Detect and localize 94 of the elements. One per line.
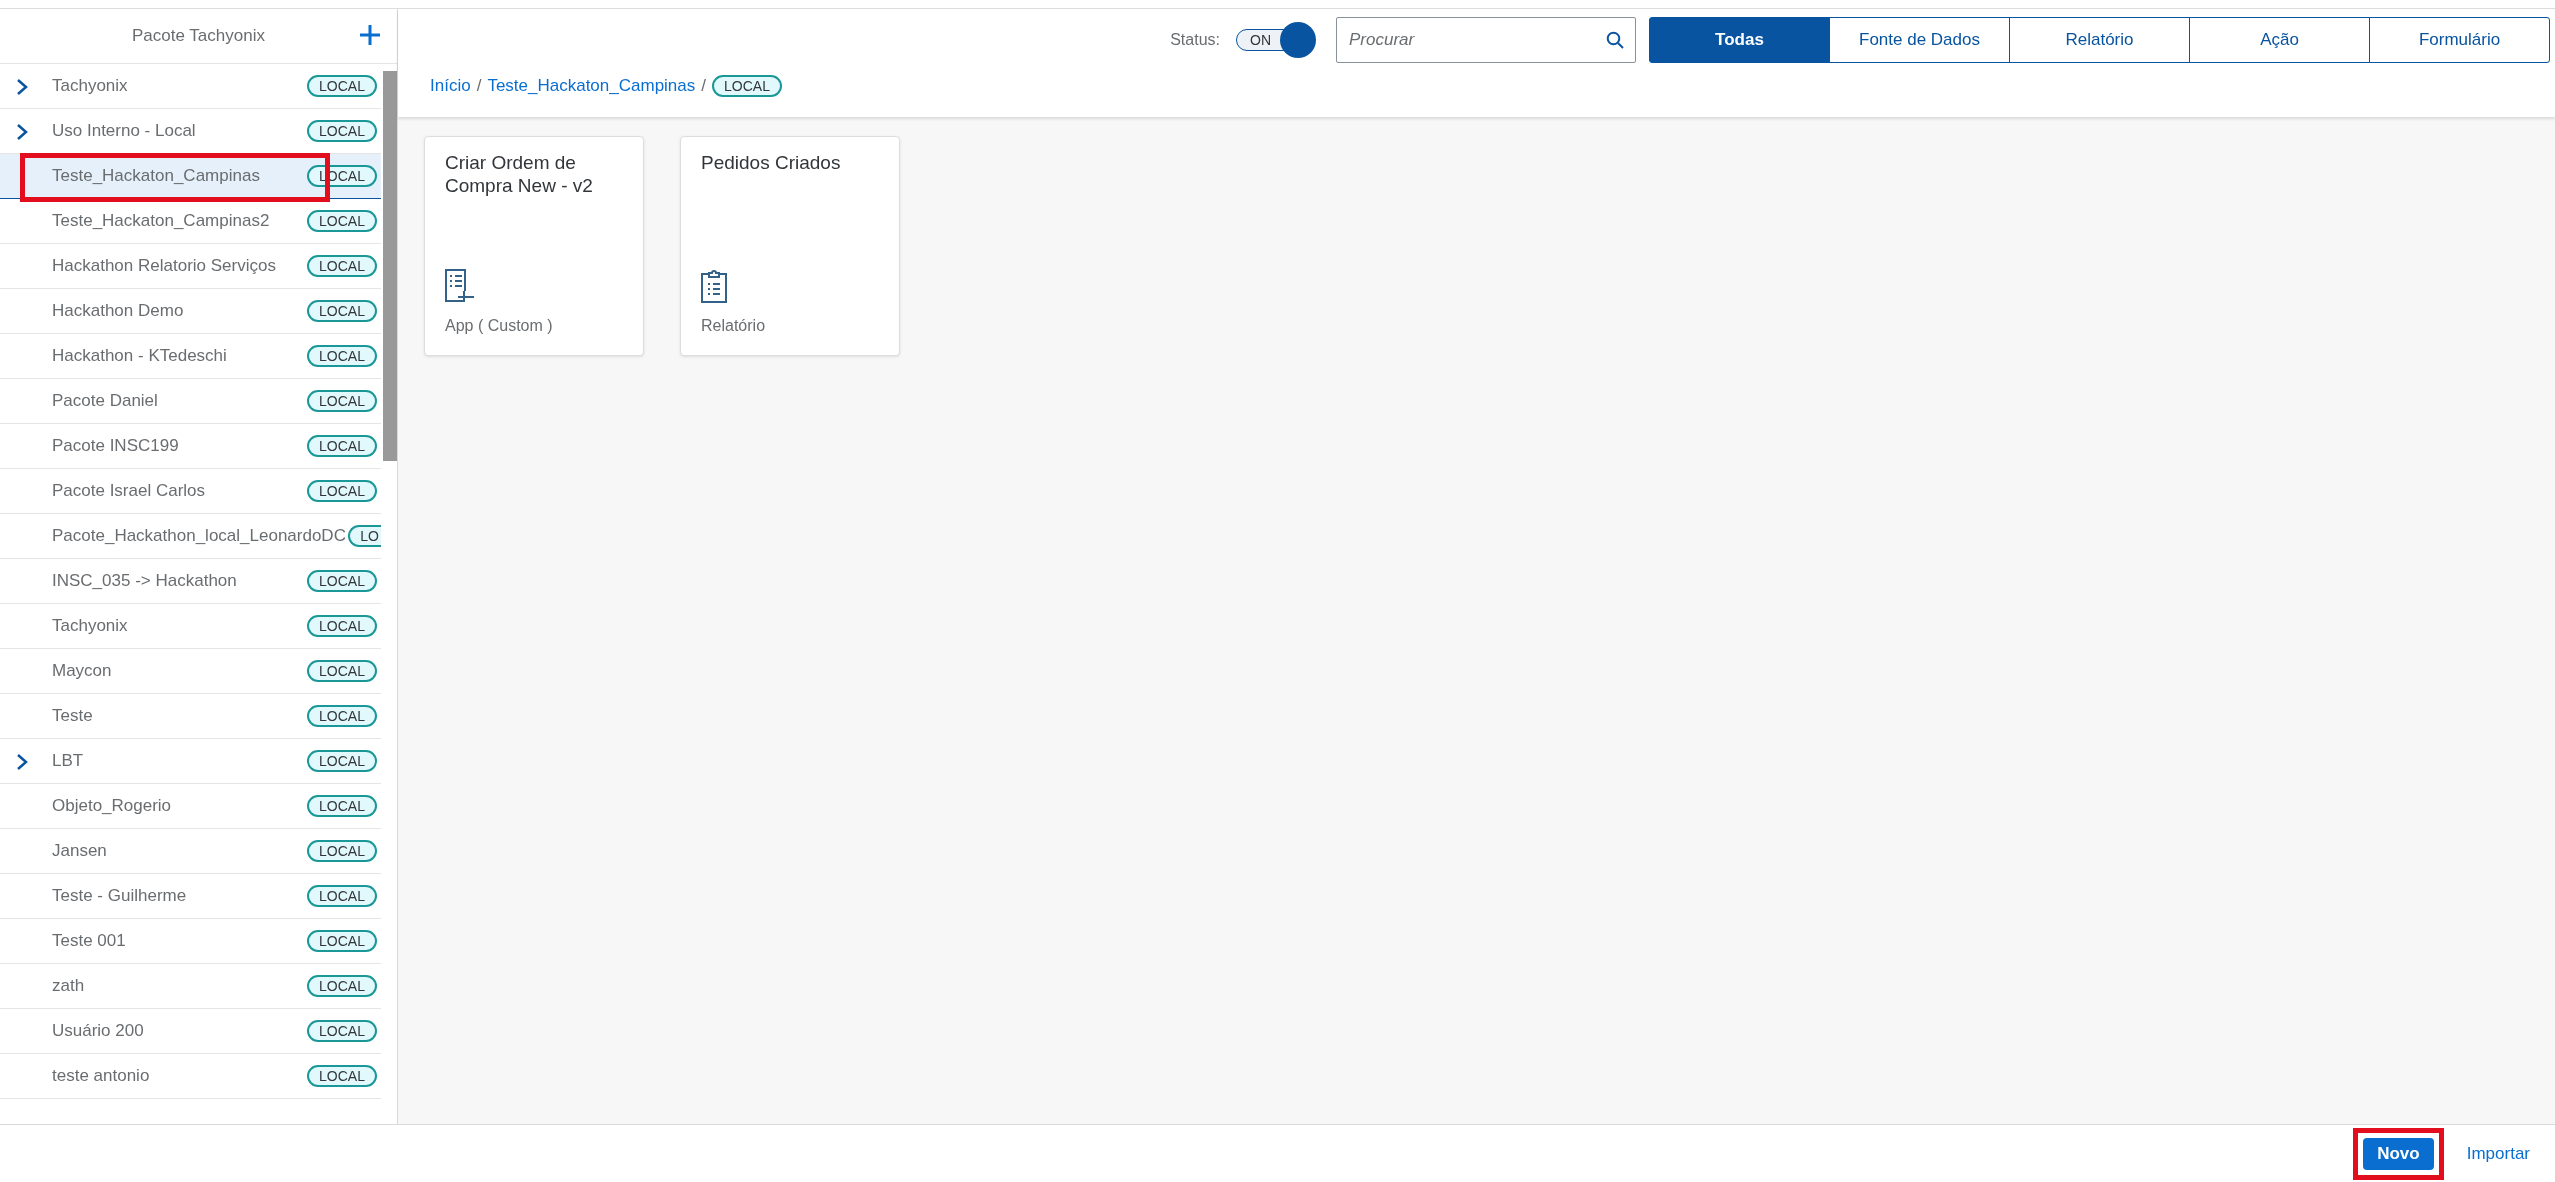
package-item[interactable]: Pacote Israel Carlos LOCAL [0,469,381,514]
local-tag: LOCAL [307,795,377,817]
package-name: Tachyonix [52,76,129,96]
package-item[interactable]: teste antonio LOCAL [0,1054,381,1099]
package-item[interactable]: Jansen LOCAL [0,829,381,874]
filter-tab[interactable]: Ação [2189,17,2370,63]
package-name: Hackathon Demo [52,301,185,321]
local-tag: LOCAL [307,120,377,142]
tile-type: App ( Custom ) [445,317,554,335]
package-item[interactable]: Tachyonix LOCAL [0,604,381,649]
breadcrumb-separator: / [701,76,706,96]
local-tag: LOCAL [307,435,377,457]
package-name: Uso Interno - Local [52,121,197,141]
package-name: Teste [52,706,94,726]
package-item[interactable]: Pacote Daniel LOCAL [0,379,381,424]
package-name: zath [52,976,86,996]
local-tag: LOCAL [307,885,377,907]
filter-tab[interactable]: Todas [1649,17,1830,63]
package-name: Teste - Guilherme [52,886,188,906]
local-tag: LOCAL [307,255,377,277]
panel-title: Pacote Tachyonix [132,26,265,46]
local-tag: LOCAL [307,1065,377,1087]
package-item[interactable]: Hackathon - KTedeschi LOCAL [0,334,381,379]
filter-tab[interactable]: Formulário [2369,17,2550,63]
package-name: INSC_035 -> Hackathon [52,571,238,591]
package-name: Maycon [52,661,113,681]
local-tag: LOCAL [307,930,377,952]
package-name: Hackathon - KTedeschi [52,346,228,366]
local-tag: LOCAL [307,210,377,232]
local-tag: LOCAL [307,345,377,367]
breadcrumb-separator: / [476,76,482,96]
local-tag: LOCAL [307,615,377,637]
clipboard-list-icon [701,269,727,303]
package-item[interactable]: Teste 001 LOCAL [0,919,381,964]
package-name: Pacote Daniel [52,391,159,411]
package-item[interactable]: INSC_035 -> Hackathon LOCAL [0,559,381,604]
local-tag: LOCAL [307,750,377,772]
package-item[interactable]: Hackathon Demo LOCAL [0,289,381,334]
package-item[interactable]: Usuário 200 LOCAL [0,1009,381,1054]
package-item[interactable]: Objeto_Rogerio LOCAL [0,784,381,829]
search-field[interactable]: Procurar [1336,17,1636,63]
scrollbar[interactable] [383,71,397,461]
local-tag: LOCAL [307,705,377,727]
package-item[interactable]: Teste_Hackaton_Campinas2 LOCAL [0,199,381,244]
package-name: Pacote Israel Carlos [52,481,207,501]
status-label: Status: [1170,31,1220,49]
filter-tab[interactable]: Fonte de Dados [1829,17,2010,63]
document-plus-icon [445,269,475,303]
local-tag: LOCAL [307,975,377,997]
package-name: Teste 001 [52,931,127,951]
add-button[interactable] [359,24,381,46]
tile-title: Criar Ordem de Compra New - v2 [445,151,594,198]
package-item[interactable]: Teste LOCAL [0,694,381,739]
tile-card[interactable]: Pedidos Criados Relatório [680,136,900,356]
filter-tab[interactable]: Relatório [2009,17,2190,63]
package-name: Pacote INSC199 [52,436,180,456]
package-item[interactable]: Tachyonix LOCAL [0,64,381,109]
local-tag: LOCAL [712,75,782,97]
breadcrumb-link[interactable]: Início [430,76,471,96]
package-name: Tachyonix [52,616,129,636]
package-item[interactable]: Pacote INSC199 LOCAL [0,424,381,469]
tile-type: Relatório [701,317,767,335]
package-name: LBT [52,751,85,771]
breadcrumb-link[interactable]: Teste_Hackaton_Campinas [487,76,696,96]
local-tag: LOCAL [307,75,377,97]
local-tag: LOCAL [307,1020,377,1042]
package-name: Objeto_Rogerio [52,796,173,816]
local-tag: LOCAL [307,480,377,502]
package-name: Jansen [52,841,108,861]
local-tag: LOCAL [307,660,377,682]
local-tag: LOCAL [307,570,377,592]
package-name: Teste_Hackaton_Campinas2 [52,211,271,231]
plus-icon [359,24,381,46]
package-name: Teste_Hackaton_Campinas [52,166,261,186]
local-tag: LOCAL [307,840,377,862]
package-item[interactable]: Maycon LOCAL [0,649,381,694]
local-tag: LOCAL [307,300,377,322]
tile-card[interactable]: Criar Ordem de Compra New - v2 App ( Custom ) [424,136,644,356]
package-item[interactable]: zath LOCAL [0,964,381,1009]
local-tag: LOCAL [307,390,377,412]
local-tag: LO [348,525,381,547]
package-item[interactable]: Uso Interno - Local LOCAL [0,109,381,154]
package-item[interactable]: Teste - Guilherme LOCAL [0,874,381,919]
new-button[interactable]: Novo [2363,1137,2434,1170]
package-item[interactable]: LBT LOCAL [0,739,381,784]
package-name: Usuário 200 [52,1021,145,1041]
package-name: Pacote_Hackathon_local_LeonardoDC [52,526,347,546]
package-name: Hackathon Relatorio Serviços [52,256,277,276]
package-item[interactable]: Pacote_Hackathon_local_LeonardoDC LO [0,514,381,559]
search-icon [1606,31,1624,49]
import-link[interactable]: Importar [2466,1143,2530,1164]
package-item[interactable]: Hackathon Relatorio Serviços LOCAL [0,244,381,289]
package-name: teste antonio [52,1066,151,1086]
tile-title: Pedidos Criados [701,151,842,175]
